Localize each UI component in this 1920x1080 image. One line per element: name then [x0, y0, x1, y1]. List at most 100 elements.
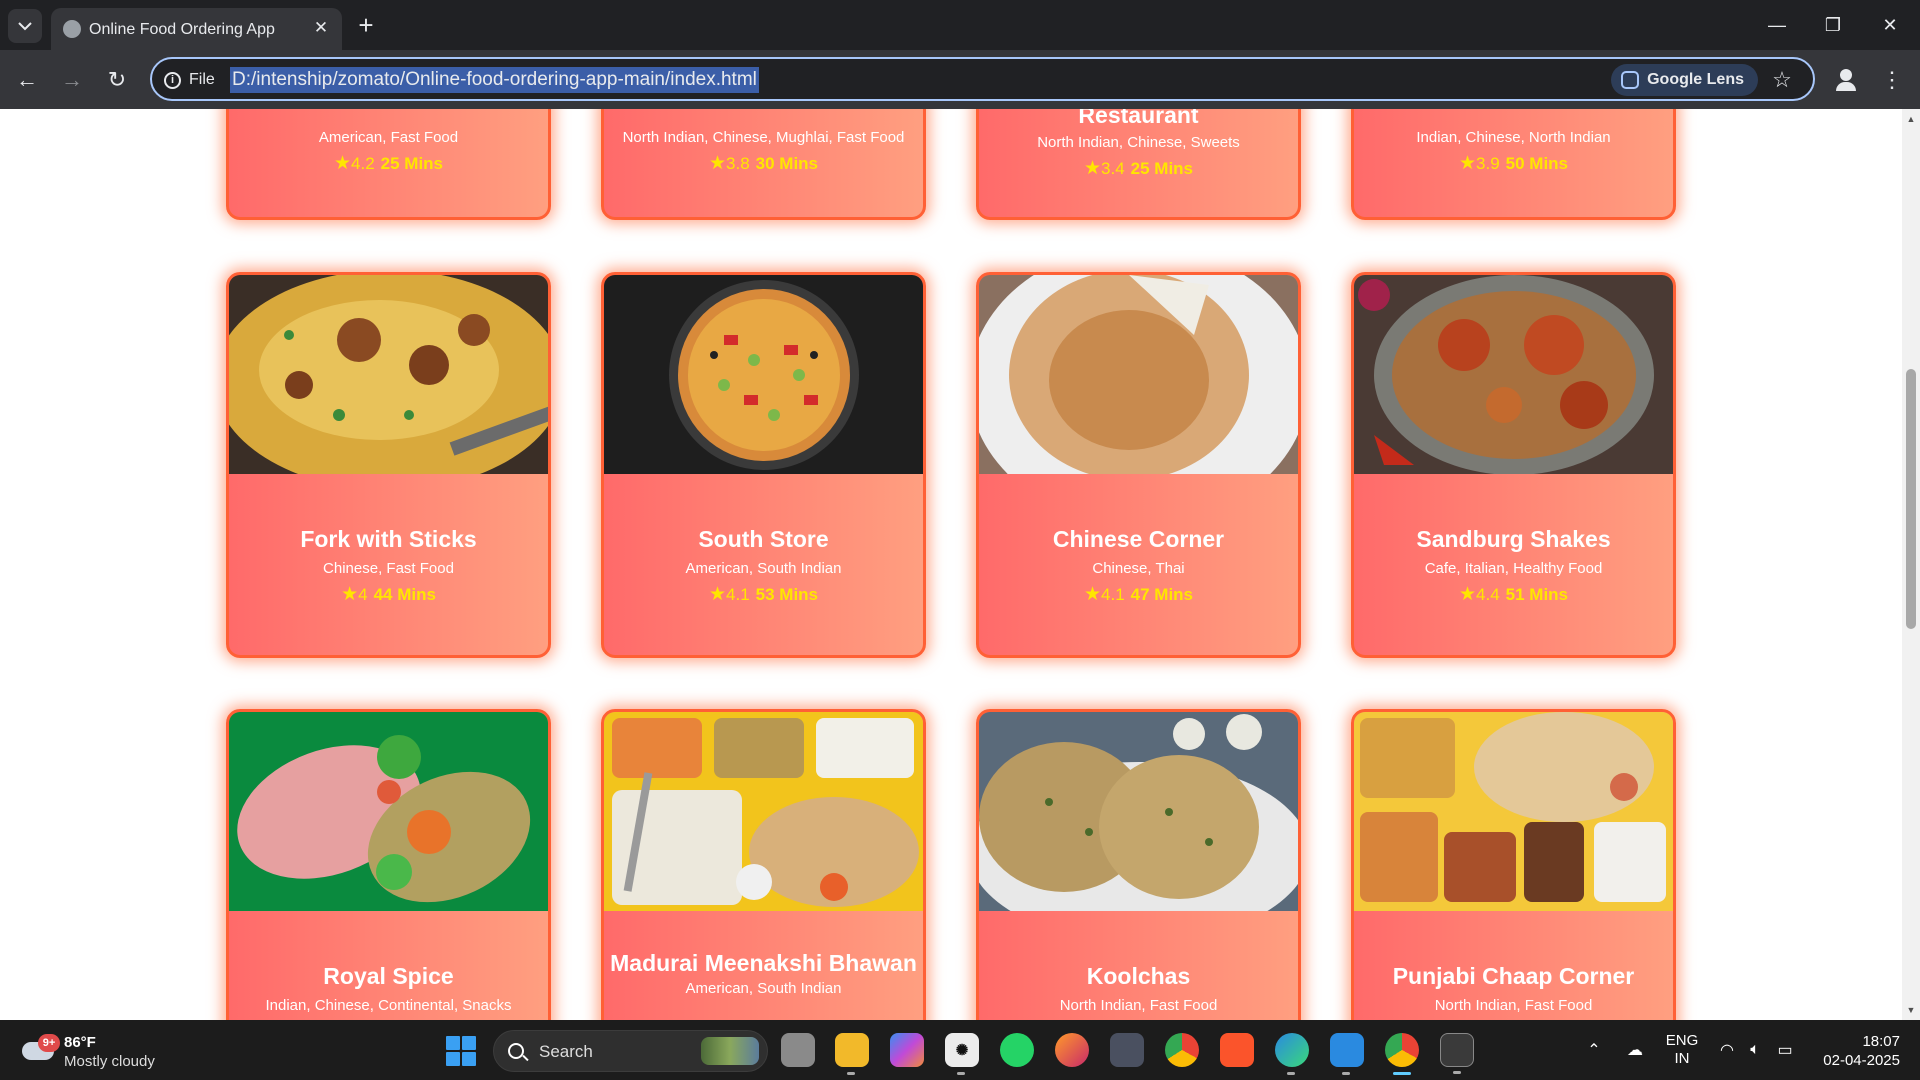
- restaurant-cuisine: American, South Indian: [685, 980, 842, 997]
- restaurant-cuisine: American, Fast Food: [318, 129, 459, 146]
- active-tab[interactable]: Online Food Ordering App ✕: [51, 8, 342, 50]
- restaurant-card[interactable]: American, Fast Food ★4.2 25 Mins: [226, 109, 551, 220]
- back-button[interactable]: ←: [10, 63, 44, 97]
- bookmark-star-icon[interactable]: ☆: [1769, 67, 1795, 93]
- show-hidden-icons-chevron-icon[interactable]: ⌃: [1582, 1020, 1606, 1080]
- page-scrollbar[interactable]: ▲ ▼: [1902, 109, 1920, 1020]
- weather-widget[interactable]: 9+ 86°F Mostly cloudy: [20, 1028, 170, 1072]
- restaurant-meta: ★4.2 25 Mins: [333, 153, 444, 174]
- browser-toolbar: ← → ↻ i File D:/intenship/zomato/Online-…: [0, 50, 1920, 109]
- restaurant-name: South Store: [698, 526, 829, 552]
- star-icon: ★: [1458, 584, 1477, 605]
- system-clock[interactable]: 18:07 02-04-2025: [1800, 1032, 1900, 1070]
- restore-button[interactable]: ❐: [1813, 10, 1853, 40]
- restaurant-name: Royal Spice: [323, 963, 454, 989]
- restaurant-card[interactable]: Fork with Sticks Chinese, Fast Food ★4 44…: [226, 272, 551, 658]
- restaurant-name: Sandburg Shakes: [1416, 526, 1611, 552]
- restaurant-meta: ★4.1 53 Mins: [708, 584, 819, 605]
- biryani-photo: [229, 275, 548, 474]
- wifi-icon[interactable]: ◠: [1714, 1020, 1740, 1080]
- new-tab-button[interactable]: +: [353, 10, 379, 40]
- browser-menu-button[interactable]: ⋮: [1880, 64, 1904, 96]
- star-icon: ★: [708, 153, 727, 174]
- whatsapp-icon[interactable]: [1000, 1033, 1034, 1067]
- reload-button[interactable]: ↻: [100, 63, 134, 97]
- tab-search-button[interactable]: [8, 9, 42, 43]
- restaurant-name: Madurai Meenakshi Bhawan: [610, 950, 917, 976]
- restaurant-card[interactable]: Madurai Meenakshi Bhawan American, South…: [601, 709, 926, 1020]
- restaurant-cuisine: Cafe, Italian, Healthy Food: [1424, 560, 1603, 577]
- terminal-icon[interactable]: [1440, 1033, 1474, 1074]
- restaurant-card[interactable]: Punjabi Chaap Corner North Indian, Fast …: [1351, 709, 1676, 1020]
- vscode-icon[interactable]: [1330, 1033, 1364, 1075]
- info-icon: i: [164, 71, 181, 89]
- weather-temperature: 86°F: [64, 1034, 96, 1051]
- close-window-button[interactable]: ✕: [1870, 10, 1910, 40]
- restaurant-cuisine: North Indian, Fast Food: [1059, 997, 1218, 1014]
- clock-date: 02-04-2025: [1823, 1052, 1900, 1069]
- copilot-icon[interactable]: [890, 1033, 924, 1067]
- restaurant-name: Punjabi Chaap Corner: [1392, 963, 1635, 989]
- url-scheme: File: [189, 71, 215, 88]
- brave-icon[interactable]: [1220, 1033, 1254, 1067]
- restaurant-cuisine: North Indian, Fast Food: [1434, 997, 1593, 1014]
- minimize-button[interactable]: —: [1757, 10, 1797, 40]
- chatgpt-icon[interactable]: ✺: [945, 1033, 979, 1075]
- chrome-icon[interactable]: [1165, 1033, 1199, 1067]
- restaurant-card[interactable]: Chinese Corner Chinese, Thai ★4.1 47 Mins: [976, 272, 1301, 658]
- scroll-up-arrow-icon[interactable]: ▲: [1902, 111, 1920, 127]
- wrap-photo: [229, 712, 548, 911]
- site-info-button[interactable]: i File: [164, 68, 215, 92]
- taskbar-search[interactable]: Search: [493, 1030, 768, 1072]
- restaurant-cuisine: Chinese, Fast Food: [323, 560, 454, 577]
- clock-time: 18:07: [1862, 1033, 1900, 1050]
- restaurant-meta: ★4.4 51 Mins: [1458, 584, 1569, 605]
- chrome-active-icon[interactable]: [1385, 1033, 1419, 1075]
- pizza-photo: [604, 275, 923, 474]
- tab-close-button[interactable]: ✕: [310, 17, 332, 39]
- battery-icon[interactable]: ▭: [1772, 1020, 1798, 1080]
- scrollbar-thumb[interactable]: [1906, 369, 1916, 629]
- chicken-biryani-photo: [1354, 275, 1673, 474]
- forward-button[interactable]: →: [55, 63, 89, 97]
- scroll-down-arrow-icon[interactable]: ▼: [1902, 1002, 1920, 1018]
- star-icon: ★: [333, 153, 352, 174]
- search-icon: [508, 1043, 524, 1059]
- windows-start-icon[interactable]: [446, 1036, 476, 1066]
- lens-icon: [1621, 71, 1640, 89]
- volume-icon[interactable]: 🔈︎: [1742, 1020, 1768, 1080]
- restaurant-card[interactable]: Sandburg Shakes Cafe, Italian, Healthy F…: [1351, 272, 1676, 658]
- file-explorer-icon[interactable]: [835, 1033, 869, 1075]
- lens-label: Google Lens: [1647, 71, 1744, 88]
- onedrive-error-icon[interactable]: ☁: [1620, 1020, 1650, 1080]
- restaurant-card[interactable]: Koolchas North Indian, Fast Food: [976, 709, 1301, 1020]
- restaurant-card[interactable]: South Store American, South Indian ★4.1 5…: [601, 272, 926, 658]
- url-text[interactable]: D:/intenship/zomato/Online-food-ordering…: [230, 67, 759, 93]
- task-view-icon[interactable]: [781, 1033, 815, 1067]
- restaurant-name: Koolchas: [1086, 963, 1191, 989]
- restaurant-meta: ★4 44 Mins: [341, 584, 436, 605]
- star-icon: ★: [1458, 153, 1477, 174]
- thali-photo: [604, 712, 923, 911]
- star-icon: ★: [1083, 158, 1102, 179]
- star-icon: ★: [708, 584, 727, 605]
- firefox-icon[interactable]: [1055, 1033, 1089, 1067]
- punjabi-thali-photo: [1354, 712, 1673, 911]
- paratha-photo: [979, 712, 1298, 911]
- restaurant-card[interactable]: Restaurant North Indian, Chinese, Sweets…: [976, 109, 1301, 220]
- restaurant-meta: ★3.9 50 Mins: [1458, 153, 1569, 174]
- restaurant-meta: ★3.4 25 Mins: [1083, 158, 1194, 179]
- restaurant-cuisine: American, South Indian: [685, 560, 842, 577]
- restaurant-cuisine: Indian, Chinese, North Indian: [1416, 129, 1611, 146]
- unity-hub-icon[interactable]: [1110, 1033, 1144, 1067]
- globe-icon: [63, 20, 81, 38]
- restaurant-card[interactable]: Royal Spice Indian, Chinese, Continental…: [226, 709, 551, 1020]
- address-bar[interactable]: i File D:/intenship/zomato/Online-food-o…: [150, 57, 1815, 101]
- language-indicator[interactable]: ENG IN: [1664, 1020, 1700, 1080]
- page-viewport: American, Fast Food ★4.2 25 Mins North In…: [0, 109, 1902, 1020]
- edge-icon[interactable]: [1275, 1033, 1309, 1075]
- google-lens-button[interactable]: Google Lens: [1611, 64, 1758, 96]
- restaurant-card[interactable]: North Indian, Chinese, Mughlai, Fast Foo…: [601, 109, 926, 220]
- profile-avatar[interactable]: [1830, 64, 1862, 96]
- restaurant-card[interactable]: Indian, Chinese, North Indian ★3.9 50 Min…: [1351, 109, 1676, 220]
